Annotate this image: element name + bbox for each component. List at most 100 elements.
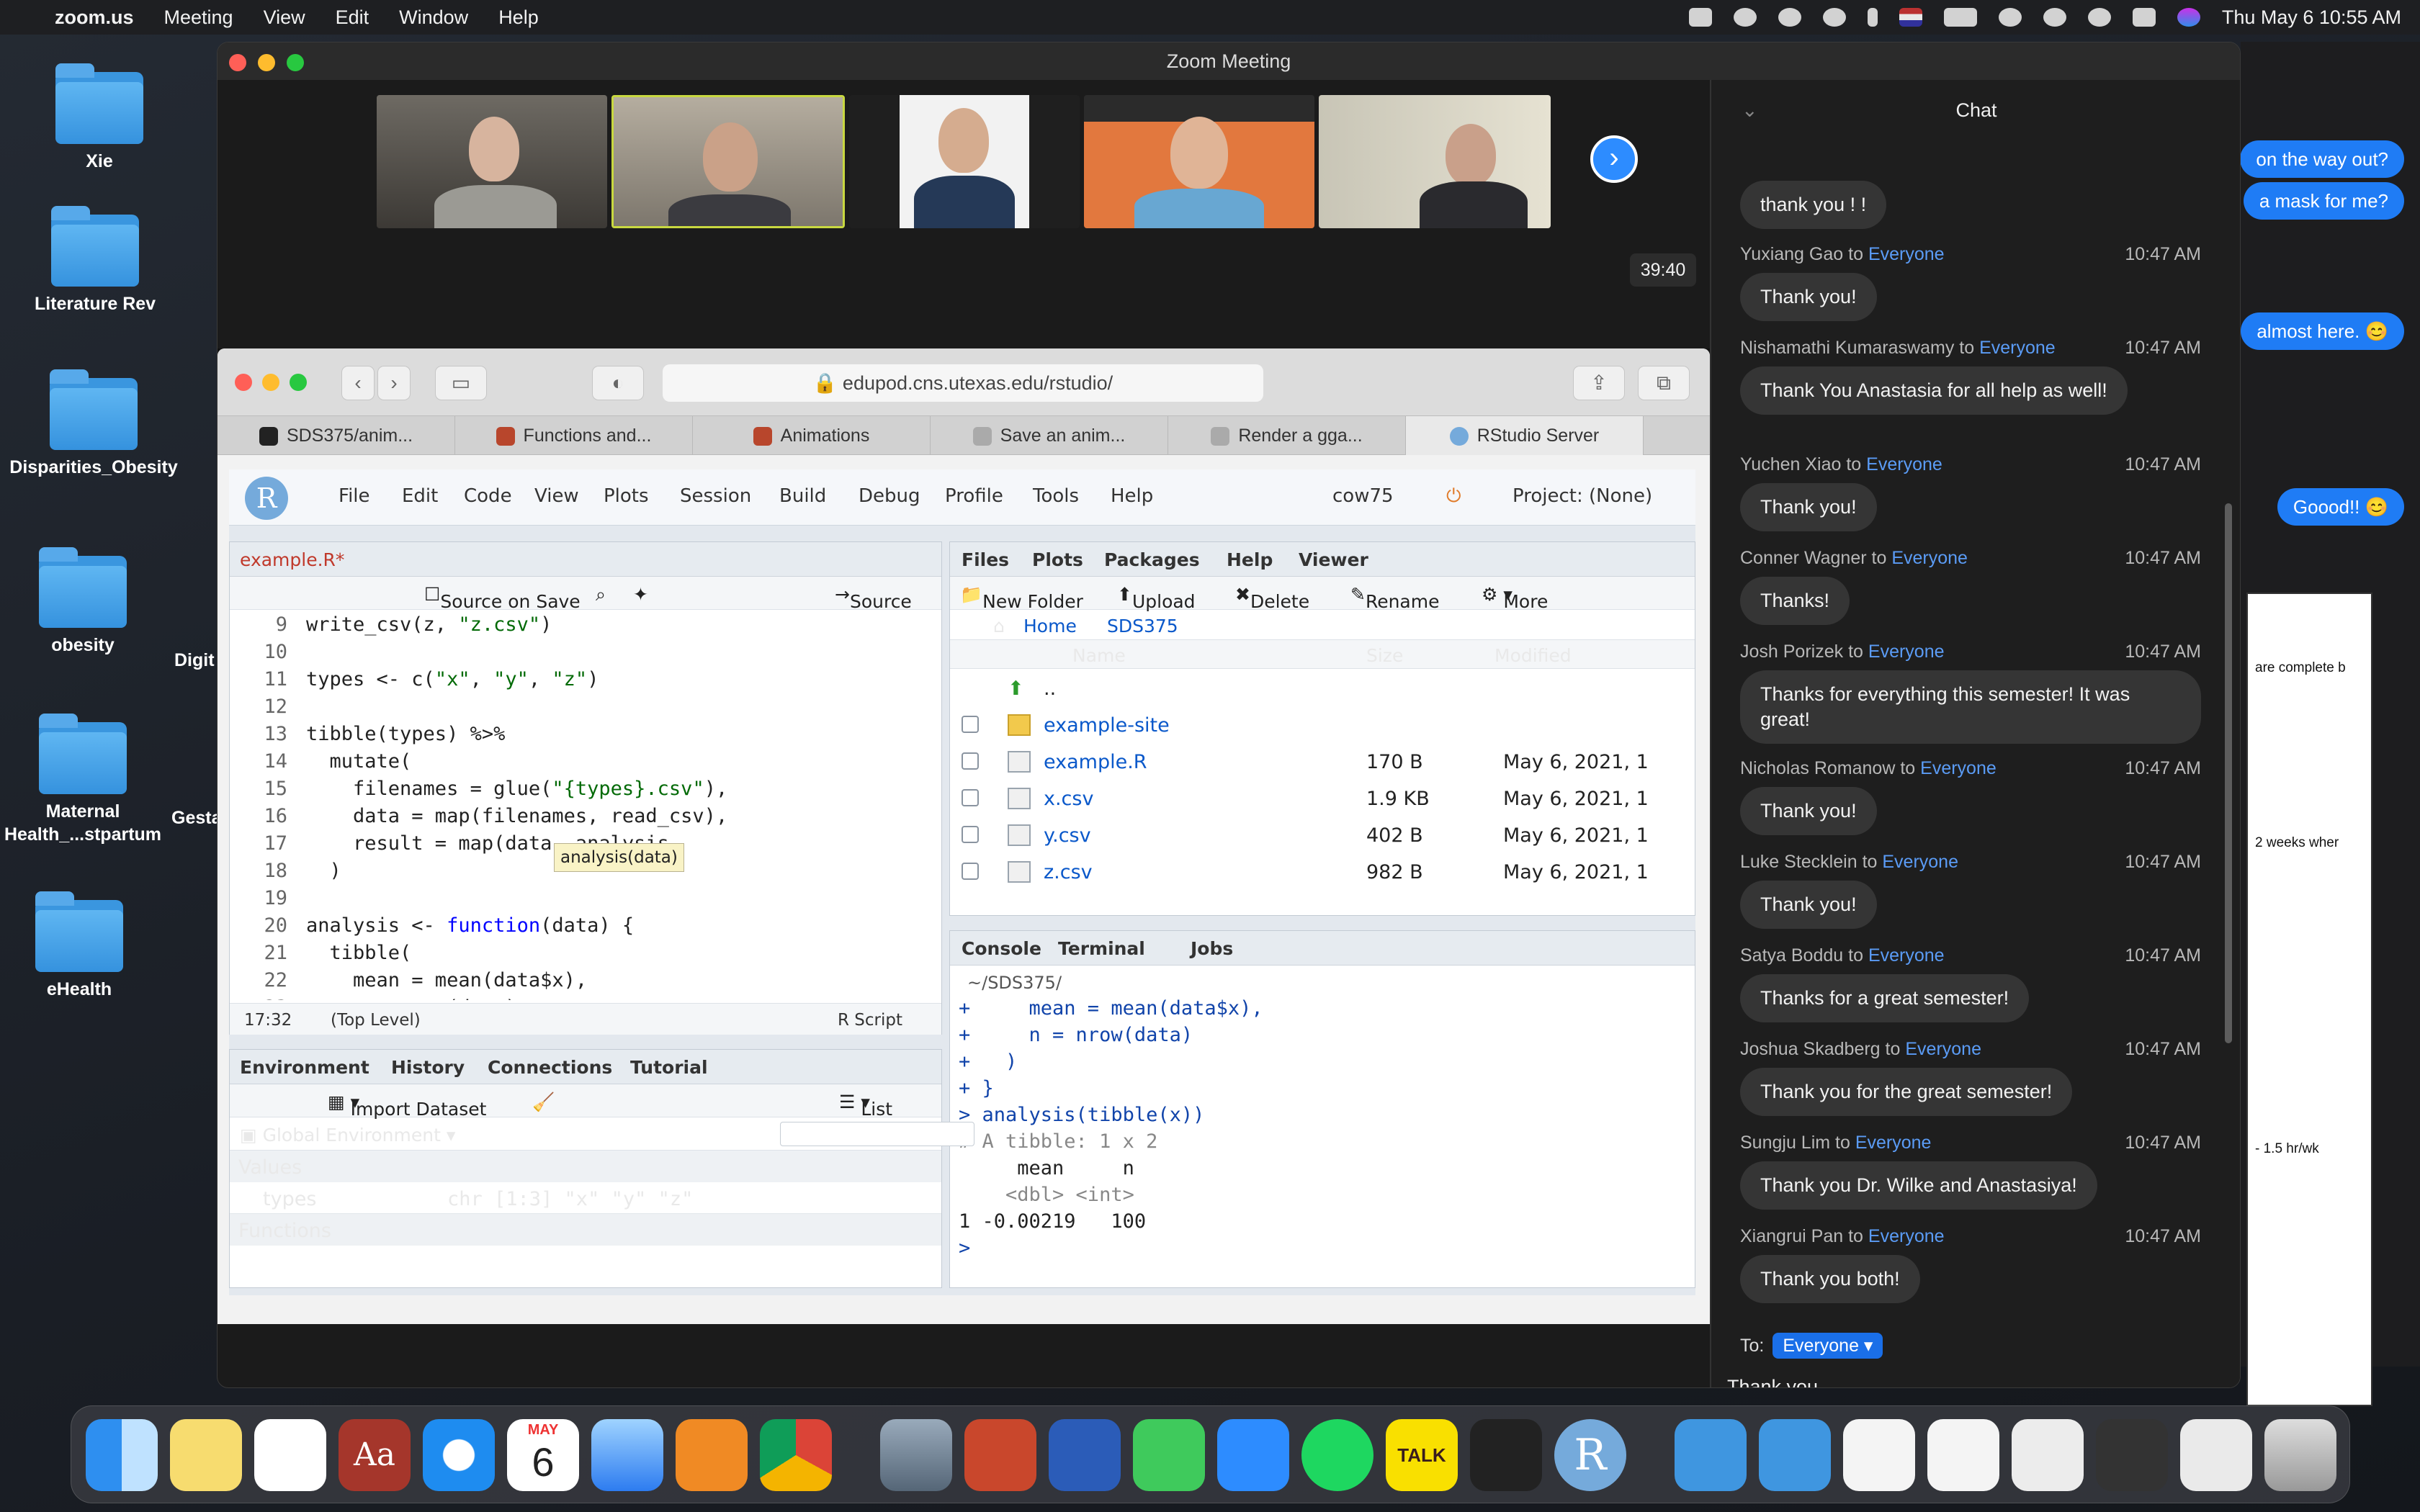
chevron-down-icon[interactable]: ⌄ <box>1742 80 1758 140</box>
file-name[interactable]: example-site <box>1044 714 1170 737</box>
file-row[interactable]: x.csv 1.9 KB May 6, 2021, 1 <box>950 779 1695 816</box>
zoom-status-icon[interactable] <box>1688 8 1712 27</box>
recent-document-icon[interactable] <box>1843 1419 1915 1491</box>
kakaotalk-icon[interactable]: TALK <box>1386 1419 1458 1491</box>
wifi-icon[interactable] <box>1998 8 2022 27</box>
menu-view[interactable]: View <box>264 6 305 29</box>
col-modified[interactable]: Modified <box>1494 645 1572 666</box>
power-icon[interactable]: ⏻ <box>1446 485 1461 508</box>
share-icon[interactable]: ⇪ <box>1573 366 1625 400</box>
breadcrumb-sds375[interactable]: SDS375 <box>1107 616 1178 636</box>
tab-functions[interactable]: Functions and... <box>455 416 693 455</box>
col-size[interactable]: Size <box>1366 645 1403 666</box>
rmenu-tools[interactable]: Tools <box>1033 485 1079 507</box>
spotify-icon[interactable] <box>1301 1419 1373 1491</box>
sidebar-icon[interactable]: ▭ <box>435 366 487 400</box>
next-page-button[interactable]: › <box>1590 135 1638 183</box>
recent-document-icon[interactable] <box>2096 1419 2168 1491</box>
rmenu-view[interactable]: View <box>534 485 579 507</box>
file-name[interactable]: y.csv <box>1044 824 1091 847</box>
finder-icon[interactable] <box>86 1419 158 1491</box>
preview-icon[interactable] <box>880 1419 952 1491</box>
file-name[interactable]: example.R <box>1044 751 1147 773</box>
chat-scrollbar[interactable] <box>2225 503 2232 1043</box>
menu-window[interactable]: Window <box>399 6 468 29</box>
user-icon[interactable] <box>2043 8 2066 27</box>
wand-icon[interactable]: ✦ <box>633 584 648 605</box>
maximize-button[interactable] <box>290 374 307 391</box>
code-line[interactable]: 9 write_csv(z, "z.csv") <box>230 611 941 639</box>
forward-button[interactable]: › <box>377 366 411 400</box>
tab-files[interactable]: Files <box>962 549 1009 570</box>
code-line[interactable]: 11 types <- c("x", "y", "z") <box>230 666 941 693</box>
environment-search-input[interactable] <box>780 1122 974 1146</box>
tab-plots[interactable]: Plots <box>1032 549 1083 570</box>
import-dataset-button[interactable]: ▦ Import Dataset ▾ <box>328 1092 486 1120</box>
menu-edit[interactable]: Edit <box>336 6 369 29</box>
code-editor[interactable]: 9 write_csv(z, "z.csv") 10 11 types <- c("x"… <box>230 611 941 1000</box>
code-line[interactable]: 21 tibble( <box>230 940 941 967</box>
tab-help[interactable]: Help <box>1227 549 1273 570</box>
chat-status-icon[interactable] <box>1733 8 1757 27</box>
desktop-folder-obesity[interactable]: obesity <box>22 547 144 657</box>
console-output[interactable]: + mean = mean(data$x), + n = nrow(data) + … <box>950 997 1695 1285</box>
code-line[interactable]: 10 <box>230 639 941 666</box>
close-button[interactable] <box>229 54 246 71</box>
books-icon[interactable] <box>676 1419 748 1491</box>
source-button[interactable]: → Source <box>835 584 912 612</box>
close-button[interactable] <box>235 374 252 391</box>
rmenu-profile[interactable]: Profile <box>945 485 1003 507</box>
shield-icon[interactable]: ◐ <box>592 366 644 400</box>
desktop-folder-ehealth[interactable]: eHealth <box>18 891 140 1001</box>
rmenu-edit[interactable]: Edit <box>402 485 438 507</box>
code-line[interactable]: 15 filenames = glue("{types}.csv"), <box>230 775 941 803</box>
file-row[interactable]: example-site <box>950 706 1695 742</box>
desktop-folder-maternal[interactable]: Maternal Health_...stpartum <box>0 714 166 846</box>
tab-github[interactable]: SDS375/anim... <box>218 416 455 455</box>
desktop-folder-literature[interactable]: Literature Rev <box>34 206 156 315</box>
file-row[interactable]: example.R 170 B May 6, 2021, 1 <box>950 742 1695 779</box>
chat-input[interactable]: Thank you <box>1727 1376 1818 1387</box>
video-tile[interactable] <box>849 95 1080 228</box>
minimize-button[interactable] <box>262 374 279 391</box>
editor-tab-example[interactable]: example.R* <box>240 549 344 570</box>
rmenu-plots[interactable]: Plots <box>604 485 649 507</box>
stickies-icon[interactable] <box>170 1419 242 1491</box>
rmenu-debug[interactable]: Debug <box>859 485 920 507</box>
desktop-folder-disparities[interactable]: Disparities_Obesity <box>7 369 180 479</box>
search-icon[interactable]: ⌕ <box>596 584 606 606</box>
row-checkbox[interactable] <box>962 716 979 733</box>
code-line[interactable]: 19 <box>230 885 941 912</box>
row-checkbox[interactable] <box>962 752 979 770</box>
tab-render-ggplot[interactable]: Render a gga... <box>1168 416 1406 455</box>
back-button[interactable]: ‹ <box>341 366 375 400</box>
tab-rstudio[interactable]: RStudio Server <box>1406 416 1644 455</box>
recent-document-icon[interactable] <box>2180 1419 2252 1491</box>
search-icon[interactable] <box>2087 8 2111 27</box>
address-bar[interactable]: 🔒 edupod.cns.utexas.edu/rstudio/ <box>663 364 1263 402</box>
clock[interactable]: Thu May 6 10:55 AM <box>2222 6 2401 29</box>
more-button[interactable]: ⚙ More ▾ <box>1482 584 1548 612</box>
video-tile-active-speaker[interactable] <box>611 95 845 228</box>
video-tile[interactable] <box>1319 95 1551 228</box>
broom-icon[interactable]: 🧹 <box>532 1092 555 1113</box>
code-line[interactable]: 13 tibble(types) %>% <box>230 721 941 748</box>
video-tile[interactable] <box>377 95 607 228</box>
recipient-dropdown[interactable]: Everyone ▾ <box>1773 1333 1883 1359</box>
code-line[interactable]: 22 mean = mean(data$x), <box>230 967 941 994</box>
upload-button[interactable]: ⬆ Upload <box>1117 584 1196 612</box>
battery-icon[interactable] <box>1943 8 1977 27</box>
desktop-folder-xie[interactable]: Xie <box>38 63 161 173</box>
project-menu[interactable]: Project: (None) <box>1512 485 1652 507</box>
play-status-icon[interactable] <box>1778 8 1801 27</box>
recent-document-icon[interactable] <box>2012 1419 2084 1491</box>
rename-button[interactable]: ✎ Rename <box>1350 584 1439 612</box>
word-icon[interactable] <box>1049 1419 1121 1491</box>
code-line[interactable]: 12 <box>230 693 941 721</box>
breadcrumb-home[interactable]: Home <box>1023 616 1077 636</box>
menu-app-name[interactable]: zoom.us <box>55 6 134 29</box>
trash-icon[interactable] <box>2264 1419 2336 1491</box>
applications-folder-icon[interactable] <box>1675 1419 1747 1491</box>
row-checkbox[interactable] <box>962 826 979 843</box>
row-checkbox[interactable] <box>962 789 979 806</box>
